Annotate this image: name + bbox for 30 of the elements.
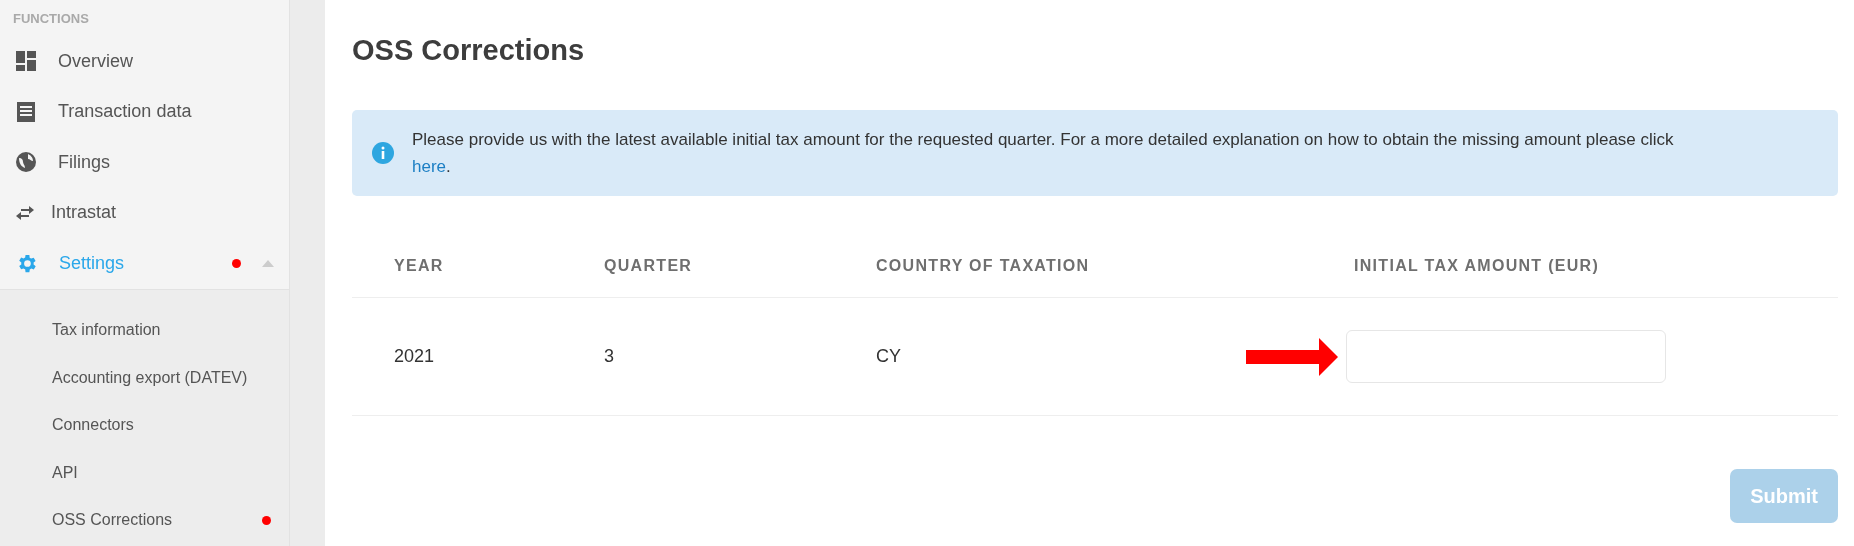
info-message: Please provide us with the latest available initial tax amount for the requested quarter. For a more detailed explanation on how to obtain the missing amount please click here. <box>412 129 1674 178</box>
item-label: Intrastat <box>51 202 118 224</box>
submenu-item[interactable]: Accounting export (DATEV) <box>0 354 289 402</box>
item-label: Accounting export (DATEV) <box>52 368 249 387</box>
submenu-item[interactable]: Tax information <box>0 306 289 354</box>
item-label: Filings <box>58 151 111 173</box>
column-header: COUNTRY OF TAXATION <box>876 256 1091 275</box>
page-title: OSS Corrections <box>352 34 586 67</box>
column-header: INITIAL TAX AMOUNT (EUR) <box>1354 256 1601 275</box>
item-label: Connectors <box>52 416 135 435</box>
section-title: FUNCTIONS <box>12 10 90 28</box>
submenu-item[interactable]: API <box>0 449 289 497</box>
here-link[interactable]: here <box>412 157 447 176</box>
sidebar-item[interactable]: Transaction data <box>0 86 289 137</box>
item-label: Transaction data <box>58 101 193 123</box>
sidebar-item[interactable]: Filings <box>0 137 289 188</box>
item-label: API <box>52 463 79 482</box>
column-header: YEAR <box>394 256 445 275</box>
item-label: Settings <box>59 252 126 274</box>
table-cell-text: CY <box>876 346 902 367</box>
item-label: Overview <box>58 50 134 72</box>
item-label: OSS Corrections <box>52 511 174 530</box>
sidebar-item[interactable]: Intrastat <box>0 187 289 238</box>
table-cell-text: 2021 <box>394 346 436 367</box>
sidebar-item[interactable]: Overview <box>0 36 289 87</box>
table-cell-text: 3 <box>604 346 615 367</box>
submenu-item[interactable]: OSS Corrections <box>0 496 289 544</box>
submenu-item[interactable]: Connectors <box>0 401 289 449</box>
item-label: Tax information <box>52 321 162 340</box>
column-header: QUARTER <box>604 256 694 275</box>
